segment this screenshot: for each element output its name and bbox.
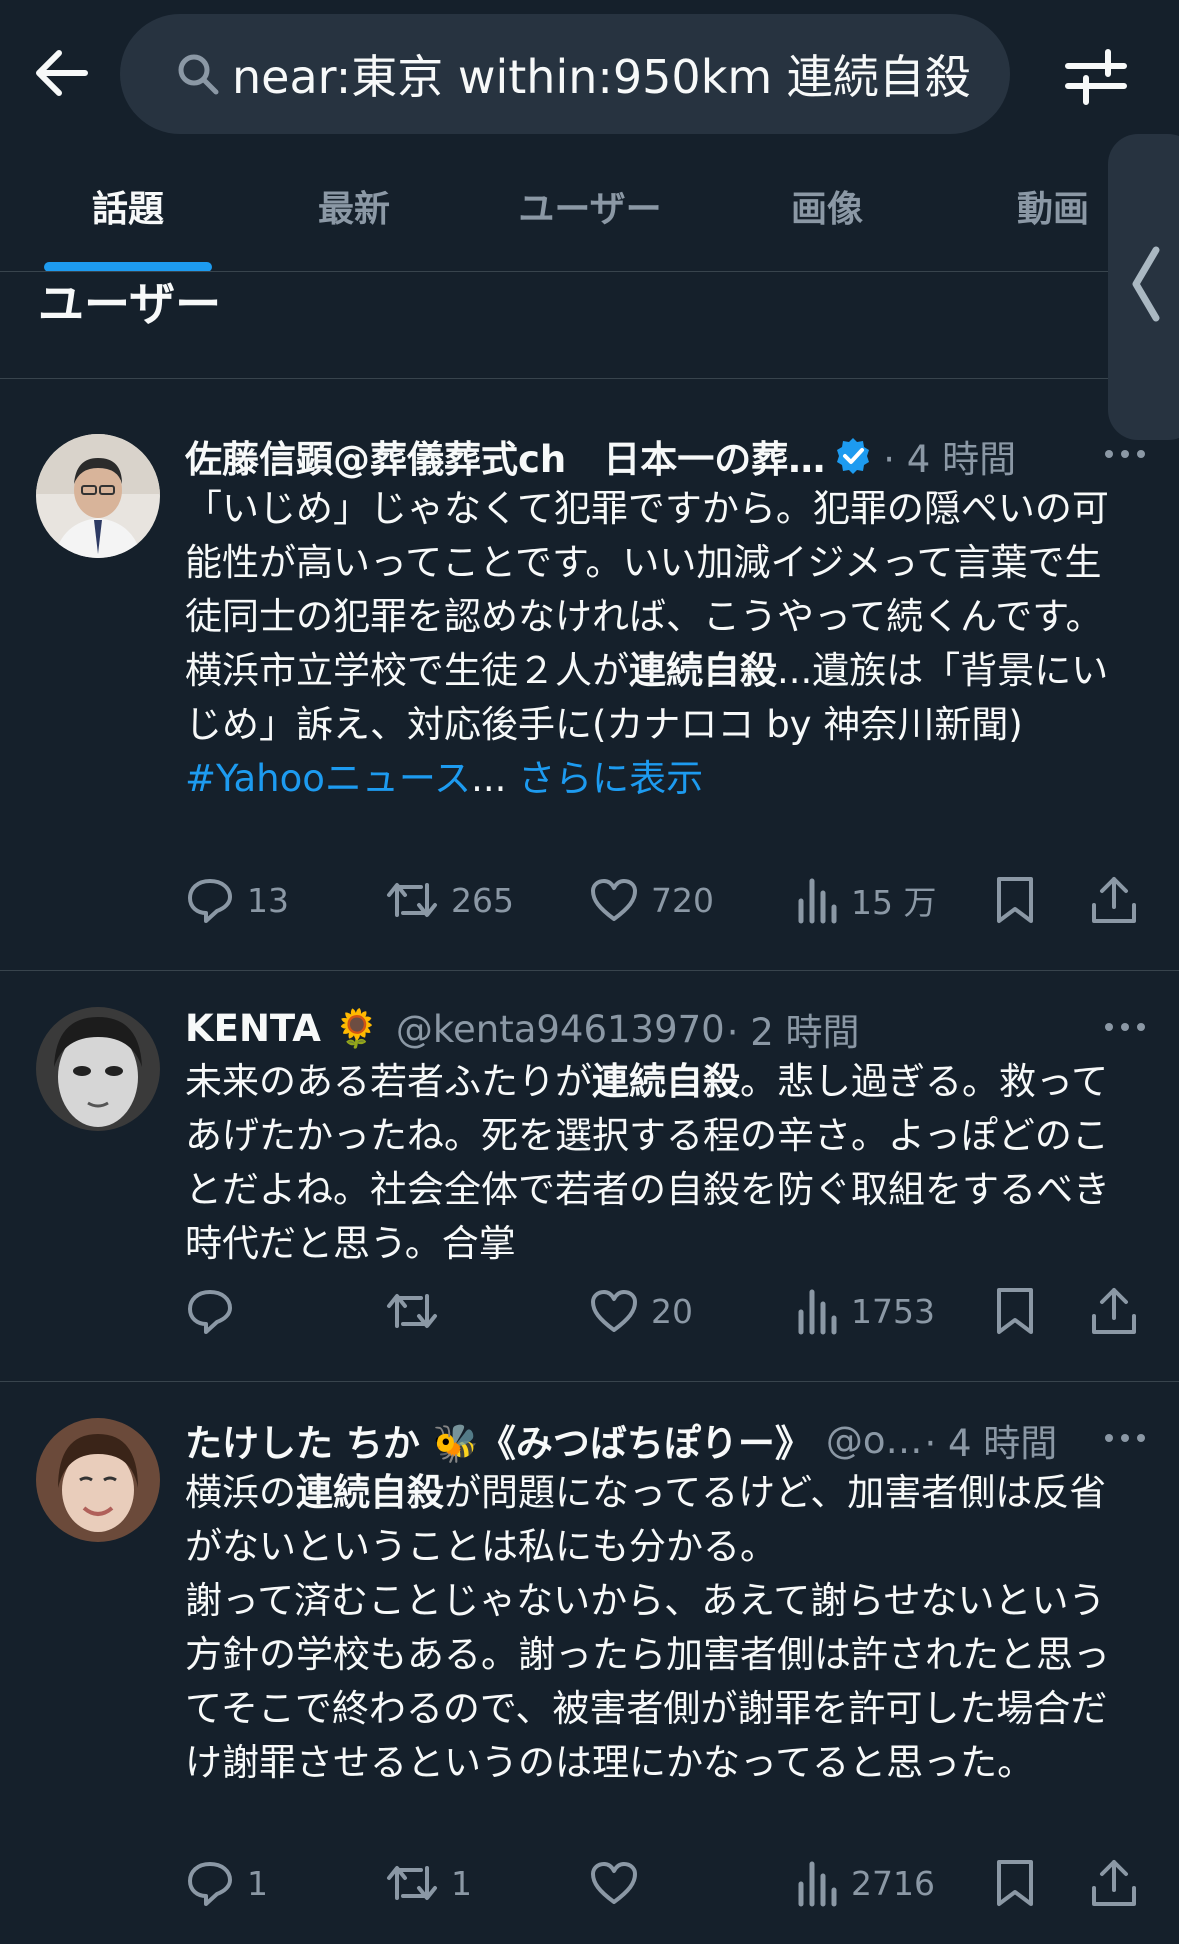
bookmark-icon <box>997 1860 1033 1906</box>
like-button[interactable] <box>589 1858 651 1908</box>
filter-button[interactable] <box>1064 44 1128 108</box>
timestamp: · 2 時間 <box>726 1011 860 1054</box>
tab-users[interactable]: ユーザー <box>518 180 661 232</box>
share-button[interactable] <box>1090 1286 1150 1336</box>
views-chart-icon <box>798 1861 837 1907</box>
tweet-text: 横浜の連続自殺が問題になってるけど、加害者側は反省がないということは私にも分かる… <box>185 1471 1110 1784</box>
bookmark-icon <box>997 877 1033 923</box>
bookmark-button[interactable] <box>995 1286 1047 1336</box>
more-options-icon[interactable] <box>1101 1418 1149 1458</box>
sliders-icon <box>1065 49 1127 105</box>
heart-icon <box>591 1862 637 1904</box>
reply-button[interactable] <box>185 1286 247 1336</box>
more-options-icon[interactable] <box>1101 434 1149 474</box>
reply-icon <box>188 1862 232 1906</box>
views-button[interactable]: 2716 <box>795 1858 935 1908</box>
like-button[interactable]: 20 <box>589 1286 693 1336</box>
heart-icon <box>591 1290 637 1332</box>
tweet-text: 未来のある若者ふたりが連続自殺。悲し過ぎる。救ってあげたかったね。死を選択する程… <box>185 1060 1110 1265</box>
tweet-text: 「いじめ」じゃなくて犯罪ですから。犯罪の隠ぺいの可能性が高いってことです。いい加… <box>185 487 1109 800</box>
author-name[interactable]: たけした ちか 🐝《みつばちぽりー》 <box>185 1413 812 1467</box>
avatar[interactable] <box>36 1007 160 1131</box>
reply-button[interactable]: 1 <box>185 1858 268 1908</box>
retweet-button[interactable]: 265 <box>385 875 514 925</box>
reply-icon <box>188 1290 232 1334</box>
views-chart-icon <box>798 1289 837 1335</box>
section-title: ユーザー <box>38 277 222 331</box>
reply-icon <box>188 879 232 923</box>
tweet-header: KENTA 🌻 @kenta94613970 · 2 時間 <box>185 1003 1135 1055</box>
tab-videos[interactable]: 動画 <box>1017 180 1089 232</box>
author-handle[interactable]: @kenta94613970 <box>396 1008 725 1051</box>
chevron-left-icon <box>1132 246 1160 322</box>
retweet-button[interactable]: 1 <box>385 1858 472 1908</box>
search-icon <box>178 54 219 95</box>
tweet-actions: 1 1 2716 <box>185 1858 1145 1918</box>
side-panel-handle[interactable] <box>1108 134 1179 440</box>
divider <box>0 970 1179 971</box>
tweet-header: たけした ちか 🐝《みつばちぽりー》 @o… · 4 時間 <box>185 1414 1135 1466</box>
timestamp: · 4 時間 <box>883 438 1017 481</box>
retweet-icon <box>387 1294 437 1328</box>
retweet-icon <box>387 1866 437 1900</box>
search-tabs: 話題 最新 ユーザー 画像 動画 <box>0 150 1110 272</box>
share-icon <box>1092 1860 1136 1906</box>
avatar[interactable] <box>36 434 160 558</box>
share-button[interactable] <box>1090 1858 1150 1908</box>
retweet-icon <box>387 883 437 917</box>
views-chart-icon <box>798 878 837 924</box>
tweet-header: 佐藤信顕@葬儀葬式ch 日本一の葬… · 4 時間 <box>185 430 1135 482</box>
like-button[interactable]: 720 <box>589 875 714 925</box>
search-box[interactable] <box>120 14 1010 134</box>
tweet-actions: 20 1753 <box>185 1286 1145 1346</box>
avatar[interactable] <box>36 1418 160 1542</box>
back-button[interactable] <box>28 40 94 106</box>
share-icon <box>1092 877 1136 923</box>
search-input[interactable] <box>232 47 992 101</box>
author-name[interactable]: KENTA 🌻 <box>185 1007 380 1051</box>
tab-latest[interactable]: 最新 <box>318 180 390 232</box>
tab-top[interactable]: 話題 <box>92 180 164 232</box>
reply-button[interactable]: 13 <box>185 875 289 925</box>
bookmark-button[interactable] <box>995 875 1047 925</box>
bookmark-icon <box>997 1288 1033 1334</box>
tab-images[interactable]: 画像 <box>791 180 863 232</box>
more-options-icon[interactable] <box>1101 1007 1149 1047</box>
bookmark-button[interactable] <box>995 1858 1047 1908</box>
views-button[interactable]: 15 万 <box>795 875 936 925</box>
share-icon <box>1092 1288 1136 1334</box>
retweet-button[interactable] <box>385 1286 451 1336</box>
divider <box>0 378 1179 379</box>
verified-badge-icon <box>837 438 870 474</box>
heart-icon <box>591 879 637 921</box>
author-handle[interactable]: @o… <box>826 1419 923 1462</box>
share-button[interactable] <box>1090 875 1150 925</box>
arrow-left-icon <box>36 50 88 96</box>
divider <box>0 1381 1179 1382</box>
author-name[interactable]: 佐藤信顕@葬儀葬式ch 日本一の葬… <box>185 429 825 483</box>
views-button[interactable]: 1753 <box>795 1286 935 1336</box>
hashtag-link[interactable]: #Yahooニュース <box>185 757 471 800</box>
timestamp: · 4 時間 <box>924 1422 1058 1465</box>
tweet-actions: 13 265 720 15 万 <box>185 875 1145 935</box>
show-more-link[interactable]: さらに表示 <box>518 757 703 800</box>
top-bar <box>0 0 1179 140</box>
